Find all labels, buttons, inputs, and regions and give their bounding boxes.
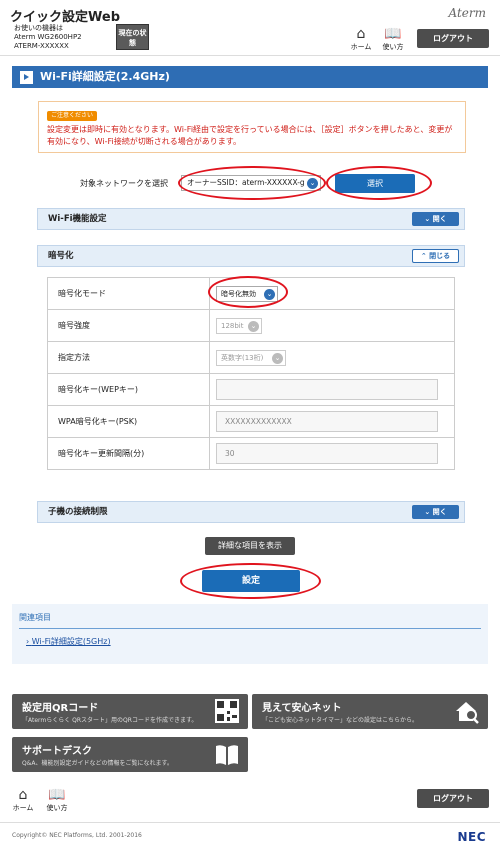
collapse-button[interactable]: ⌃ 閉じる xyxy=(412,249,459,263)
divider xyxy=(19,628,481,629)
book-icon: 📖 xyxy=(48,787,66,803)
key-method-select: 英数字(13桁) ⌄ xyxy=(216,349,286,366)
tile-title: 見えて安心ネット xyxy=(262,703,342,714)
row-value: 英数字(13桁) ⌄ xyxy=(209,341,455,374)
expand-button[interactable]: ⌄ 開く xyxy=(412,505,459,519)
chevron-down-icon: ⌄ xyxy=(272,352,283,364)
device-model: Aterm WG2600HP2 xyxy=(14,33,82,41)
row-label: 指定方法 xyxy=(47,341,210,374)
tile-title: サポートデスク xyxy=(22,746,92,757)
book-icon: 📖 xyxy=(384,26,402,42)
row-label: 暗号化モード xyxy=(47,277,210,310)
section-client-restriction[interactable]: 子機の接続制限 ⌄ 開く xyxy=(37,501,465,523)
encryption-strength-select: 128bit ⌄ xyxy=(216,317,262,334)
section-encryption[interactable]: 暗号化 ⌃ 閉じる xyxy=(37,245,465,267)
home-label: ホーム xyxy=(12,804,34,812)
highlight-oval xyxy=(178,166,326,200)
network-select-label: 対象ネットワークを選択 xyxy=(80,179,168,188)
chevron-down-icon: ⌄ xyxy=(248,320,259,332)
expand-button[interactable]: ⌄ 開く xyxy=(412,212,459,226)
highlight-oval xyxy=(180,563,321,599)
row-value: 30 xyxy=(209,437,455,470)
row-value xyxy=(209,373,455,406)
highlight-oval xyxy=(326,166,432,200)
device-id: ATERM-XXXXXX xyxy=(14,42,69,50)
support-desk-tile[interactable]: サポートデスク Q&A、機能別設定ガイドなどの情報をご覧になれます。 xyxy=(12,737,248,772)
home-label: ホーム xyxy=(350,43,372,51)
section-wifi-function[interactable]: Wi-Fi機能設定 ⌄ 開く xyxy=(37,208,465,230)
copyright: Copyright© NEC Platforms, Ltd. 2001-2016 xyxy=(12,832,142,839)
aterm-logo: Aterm xyxy=(448,6,487,20)
section-title: 暗号化 xyxy=(48,251,74,261)
highlight-oval xyxy=(208,276,288,308)
table-row: 暗号化キー(WEPキー) xyxy=(47,373,455,406)
tile-subtitle: Q&A、機能別設定ガイドなどの情報をご覧になれます。 xyxy=(22,760,173,767)
device-info: お使いの機器は Aterm WG2600HP2 ATERM-XXXXXX xyxy=(14,24,82,51)
footer-home-button[interactable]: ⌂ ホーム xyxy=(10,787,36,813)
arrow-icon xyxy=(20,71,33,84)
row-value: XXXXXXXXXXXXX xyxy=(209,405,455,438)
row-label: 暗号強度 xyxy=(47,309,210,342)
related-link-5ghz[interactable]: › Wi-Fi詳細設定(5GHz) xyxy=(26,636,111,647)
wep-key-field xyxy=(216,379,438,400)
table-row: 暗号強度 128bit ⌄ xyxy=(47,309,455,342)
table-row: 暗号化キー更新間隔(分) 30 xyxy=(47,437,455,470)
current-status-button[interactable]: 現在の状態 xyxy=(116,24,149,50)
show-details-button[interactable]: 詳細な項目を表示 xyxy=(205,537,295,555)
row-label: 暗号化キー更新間隔(分) xyxy=(47,437,210,470)
manual-label: 使い方 xyxy=(382,43,404,51)
notice-badge: ご注意ください xyxy=(47,111,98,121)
logout-button[interactable]: ログアウト xyxy=(417,29,489,48)
book-icon xyxy=(216,745,238,765)
section-title: Wi-Fi機能設定 xyxy=(48,214,107,224)
table-row: WPA暗号化キー(PSK) XXXXXXXXXXXXX xyxy=(47,405,455,438)
related-items: 関連項目 › Wi-Fi詳細設定(5GHz) xyxy=(12,604,488,664)
home-icon: ⌂ xyxy=(18,787,28,803)
key-interval-field: 30 xyxy=(216,443,438,464)
nec-logo: NEC xyxy=(457,830,486,844)
section-title: 子機の接続制限 xyxy=(48,507,108,517)
home-button[interactable]: ⌂ ホーム xyxy=(348,26,374,52)
manual-button[interactable]: 📖 使い方 xyxy=(380,26,406,52)
home-icon: ⌂ xyxy=(356,26,366,42)
manual-label: 使い方 xyxy=(46,804,68,812)
notice-box: ご注意ください 設定変更は即時に有効となります。Wi-Fi経由で設定を行っている… xyxy=(38,101,466,153)
tile-subtitle: 「Atermらくらく QRスタート」用のQRコードを作成できます。 xyxy=(22,717,198,724)
footer-manual-button[interactable]: 📖 使い方 xyxy=(44,787,70,813)
page-title: Wi-Fi詳細設定(2.4GHz) xyxy=(40,70,170,83)
house-search-icon xyxy=(456,702,479,724)
header: クイック設定Web お使いの機器は Aterm WG2600HP2 ATERM-… xyxy=(0,0,500,56)
qr-code-tile[interactable]: 設定用QRコード 「Atermらくらく QRスタート」用のQRコードを作成できま… xyxy=(12,694,248,729)
tile-title: 設定用QRコード xyxy=(22,703,99,714)
row-label: WPA暗号化キー(PSK) xyxy=(47,405,210,438)
psk-field: XXXXXXXXXXXXX xyxy=(216,411,438,432)
notice-text: 設定変更は即時に有効となります。Wi-Fi経由で設定を行っている場合には、［設定… xyxy=(47,125,453,146)
tile-subtitle: 「こども安心ネットタイマー」などの設定はこちらから。 xyxy=(262,717,419,724)
row-label: 暗号化キー(WEPキー) xyxy=(47,373,210,406)
page-title-bar: Wi-Fi詳細設定(2.4GHz) xyxy=(12,66,488,88)
qr-code-icon xyxy=(215,699,239,723)
safety-net-tile[interactable]: 見えて安心ネット 「こども安心ネットタイマー」などの設定はこちらから。 xyxy=(252,694,488,729)
app-title: クイック設定Web xyxy=(10,10,120,25)
divider xyxy=(0,822,500,823)
table-row: 指定方法 英数字(13桁) ⌄ xyxy=(47,341,455,374)
related-title: 関連項目 xyxy=(19,613,51,622)
device-label: お使いの機器は xyxy=(14,24,63,32)
row-value: 128bit ⌄ xyxy=(209,309,455,342)
footer-logout-button[interactable]: ログアウト xyxy=(417,789,489,808)
